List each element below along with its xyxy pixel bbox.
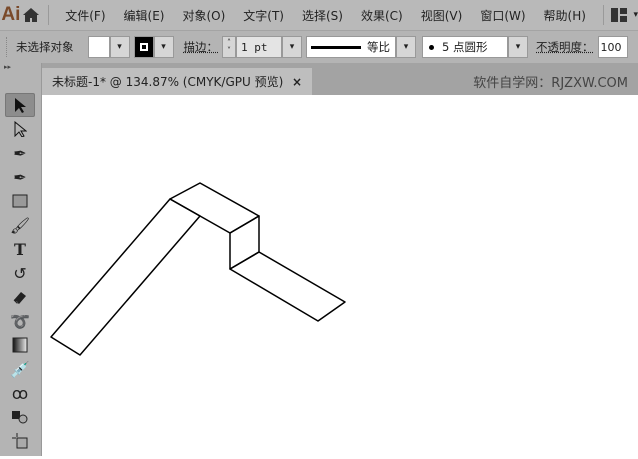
- document-tab[interactable]: 未标题-1* @ 134.87% (CMYK/GPU 预览) ×: [42, 68, 312, 95]
- stroke-swatch[interactable]: [133, 36, 154, 58]
- artboard-tool[interactable]: [5, 429, 35, 453]
- stroke-label[interactable]: 描边：: [184, 39, 219, 55]
- brush-dropdown[interactable]: ▾: [508, 36, 528, 58]
- direct-selection-tool[interactable]: [5, 117, 35, 141]
- variable-width-profile[interactable]: 等比: [306, 36, 396, 58]
- curvature-tool[interactable]: ✒: [5, 165, 35, 189]
- puppet-warp-tool[interactable]: ꝏ: [5, 381, 35, 405]
- layout-icon: [611, 8, 628, 22]
- document-title: 未标题-1* @ 134.87% (CMYK/GPU 预览): [52, 75, 284, 89]
- eraser-icon: [13, 292, 26, 304]
- stroke-weight-dropdown[interactable]: ▾: [282, 36, 302, 58]
- selection-tool[interactable]: [5, 93, 35, 117]
- shape-builder-tool[interactable]: [5, 405, 35, 429]
- menu-select[interactable]: 选择(S): [293, 7, 352, 24]
- arrow-icon: [15, 98, 26, 113]
- artwork: [50, 182, 346, 356]
- shape-builder-icon: [12, 411, 28, 424]
- artboard-icon: [12, 433, 28, 449]
- opacity-input[interactable]: 100: [597, 36, 628, 58]
- box-top-shape[interactable]: [169, 182, 260, 234]
- tools-panel: ▸▸ ✒ ✒ 🖌 T ↺ ➰ 💉 ꝏ: [0, 63, 42, 456]
- watermark: 软件自学网：RJZXW.COM: [473, 76, 628, 91]
- divider: [602, 5, 604, 25]
- rectangle-tool[interactable]: [5, 189, 35, 213]
- menu-object[interactable]: 对象(O): [173, 7, 234, 24]
- profile-dropdown[interactable]: ▾: [396, 36, 416, 58]
- brush-icon: 🖌: [9, 215, 31, 235]
- brush-label: 5 点圆形: [442, 40, 488, 54]
- fill-dropdown[interactable]: ▾: [109, 36, 130, 58]
- stroke-weight-input[interactable]: 1 pt: [236, 36, 282, 58]
- eyedropper-tool[interactable]: 💉: [5, 357, 35, 381]
- brush-dot-icon: [429, 44, 434, 50]
- chevron-down-icon: ▾: [633, 10, 638, 20]
- gradient-icon: [12, 337, 28, 353]
- lasso-tool[interactable]: ➰: [5, 309, 35, 333]
- curvature-pen-icon: ✒: [13, 167, 27, 187]
- lasso-icon: ➰: [10, 311, 30, 331]
- paintbrush-tool[interactable]: 🖌: [5, 213, 35, 237]
- stroke-preview: [311, 45, 361, 49]
- opacity-label[interactable]: 不透明度：: [536, 39, 594, 55]
- puppet-warp-icon: ꝏ: [11, 383, 29, 403]
- grip-handle[interactable]: [6, 37, 10, 57]
- brush-definition[interactable]: 5 点圆形: [422, 36, 508, 58]
- type-icon: T: [14, 239, 26, 259]
- menu-view[interactable]: 视图(V): [412, 7, 472, 24]
- menu-edit[interactable]: 编辑(E): [115, 7, 174, 24]
- menu-help[interactable]: 帮助(H): [535, 7, 595, 24]
- workspace-switcher[interactable]: ▾: [611, 8, 638, 22]
- menu-bar: Ai 文件(F) 编辑(E) 对象(O) 文字(T) 选择(S) 效果(C) 视…: [0, 0, 638, 30]
- rotate-icon: ↺: [13, 263, 27, 283]
- menu-file[interactable]: 文件(F): [56, 7, 114, 24]
- home-button[interactable]: [22, 0, 40, 30]
- selection-status: 未选择对象: [16, 40, 74, 54]
- pen-tool[interactable]: ✒: [5, 141, 35, 165]
- rectangle-icon: [12, 194, 28, 208]
- left-plank-shape[interactable]: [50, 198, 201, 356]
- menu-effect[interactable]: 效果(C): [352, 7, 412, 24]
- type-tool[interactable]: T: [5, 237, 35, 261]
- gradient-tool[interactable]: [5, 333, 35, 357]
- direct-arrow-icon: [14, 121, 27, 137]
- document-tab-bar: 未标题-1* @ 134.87% (CMYK/GPU 预览) × 软件自学网：R…: [42, 63, 638, 95]
- rotate-tool[interactable]: ↺: [5, 261, 35, 285]
- stroke-stepper[interactable]: ˄ ˅: [222, 36, 236, 58]
- app-logo: Ai: [1, 4, 21, 25]
- collapse-panel-button[interactable]: ▸▸: [0, 63, 41, 73]
- divider: [47, 5, 49, 25]
- close-tab-button[interactable]: ×: [292, 75, 302, 89]
- pen-icon: ✒: [13, 143, 27, 163]
- profile-label: 等比: [367, 40, 390, 54]
- fill-swatch[interactable]: [87, 36, 110, 58]
- control-bar: 未选择对象 ▾ ▾ 描边： ˄ ˅ 1 pt ▾ 等比 ▾ 5 点圆形 ▾ 不透明度： …: [0, 30, 638, 63]
- right-plank-shape[interactable]: [229, 251, 346, 322]
- menu-type[interactable]: 文字(T): [234, 7, 293, 24]
- artboard-canvas[interactable]: [42, 95, 638, 456]
- panel-grip[interactable]: [0, 73, 41, 93]
- menu-window[interactable]: 窗口(W): [471, 7, 534, 24]
- home-icon: [22, 8, 39, 22]
- stroke-dropdown[interactable]: ▾: [153, 36, 174, 58]
- eraser-tool[interactable]: [5, 285, 35, 309]
- eyedropper-icon: 💉: [10, 359, 30, 379]
